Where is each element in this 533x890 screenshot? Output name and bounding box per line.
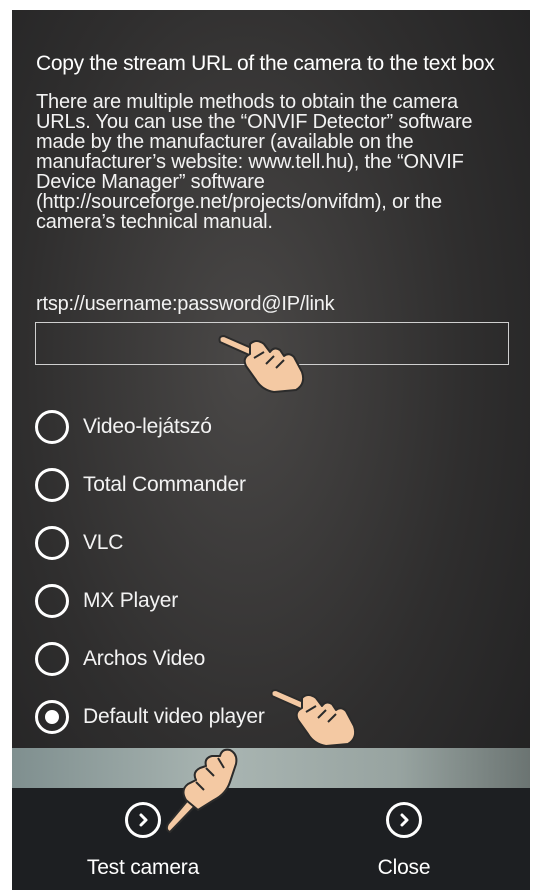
player-option-label: Video-lejátszó <box>83 415 212 438</box>
radio-icon[interactable] <box>35 642 69 676</box>
decorative-band <box>12 748 530 788</box>
url-format-hint: rtsp://username:password@IP/link <box>36 293 335 315</box>
player-option-label: Default video player <box>83 705 265 728</box>
radio-icon[interactable] <box>35 526 69 560</box>
bottom-action-bar: Test camera Close <box>12 788 530 890</box>
player-option-mx-player[interactable]: MX Player <box>35 572 515 630</box>
player-option-label: Total Commander <box>83 473 246 496</box>
player-option-video-lejatszo[interactable]: Video-lejátszó <box>35 398 515 456</box>
player-option-label: VLC <box>83 531 124 554</box>
chevron-right-circle-icon <box>125 802 161 838</box>
player-option-archos-video[interactable]: Archos Video <box>35 630 515 688</box>
radio-icon[interactable] <box>35 584 69 618</box>
player-option-total-commander[interactable]: Total Commander <box>35 456 515 514</box>
player-option-label: Archos Video <box>83 647 206 670</box>
player-option-label: MX Player <box>83 589 179 612</box>
player-option-vlc[interactable]: VLC <box>35 514 515 572</box>
close-label: Close <box>377 856 431 879</box>
close-button[interactable]: Close <box>304 788 504 890</box>
test-camera-label: Test camera <box>86 856 200 879</box>
pointing-hand-icon <box>165 748 238 833</box>
radio-icon[interactable] <box>35 410 69 444</box>
instruction-title: Copy the stream URL of the camera to the… <box>36 52 495 75</box>
instruction-description: There are multiple methods to obtain the… <box>36 91 473 233</box>
radio-checked-icon[interactable] <box>35 700 69 734</box>
radio-icon[interactable] <box>35 468 69 502</box>
setup-dialog: Copy the stream URL of the camera to the… <box>12 10 530 890</box>
chevron-right-circle-icon <box>386 802 422 838</box>
pointing-hand-icon <box>218 335 305 393</box>
pointing-hand-icon <box>270 689 357 747</box>
